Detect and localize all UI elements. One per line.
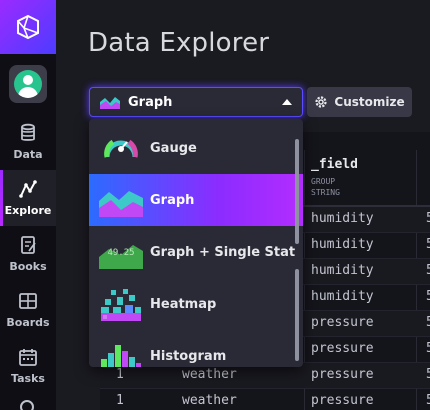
sidebar-item-label: Books [9,260,47,273]
graph-thumbnail-icon [99,191,143,217]
cell-value: 5 [426,367,430,382]
sidebar-item-label: Boards [6,316,50,329]
sidebar-item-explore[interactable]: Explore [0,170,56,226]
cell-value: 5 [426,211,430,226]
sidebar-item-label: Tasks [11,372,45,385]
graph-thumbnail-icon [100,97,120,109]
caret-up-icon [282,99,292,105]
gear-icon [315,96,327,108]
menu-item-graph[interactable]: Graph [89,174,303,226]
column-name: _field [311,157,358,172]
cell-value: 5 [426,263,430,278]
column-header-field[interactable]: _field GROUP STRING [311,157,358,198]
cell-field: humidity [311,211,374,226]
logo-icon [17,14,39,40]
user-avatar[interactable] [9,65,47,103]
customize-label: Customize [334,95,405,109]
cell-value: 5 [426,393,430,408]
sidebar-item-books[interactable]: Books [0,226,56,282]
influx-logo[interactable] [0,0,56,54]
page-title: Data Explorer [88,28,270,58]
menu-item-gauge[interactable]: Gauge [89,122,303,174]
app: Data Explore Books Boards Tasks Data Exp… [0,0,430,410]
dropdown-selected-label: Graph [128,94,173,110]
database-icon [21,123,35,141]
table-row: 1 weather pressure 5 [100,389,430,410]
graph-single-stat-thumbnail-icon: 49.25 [99,245,143,269]
cell-field: pressure [311,393,374,408]
histogram-thumbnail-icon [101,345,141,367]
cell-value: 5 [426,315,430,330]
menu-item-graph-single-stat[interactable]: 49.25 Graph + Single Stat [89,226,303,278]
cell-field: humidity [311,289,374,304]
dashboard-icon [19,293,37,309]
visualization-type-menu: Gauge Graph 49.25 Graph + Single Stat He… [89,119,303,367]
cell-field: pressure [311,341,374,356]
cell-field: humidity [311,237,374,252]
column-group-label: GROUP [311,177,336,186]
sidebar-item-tasks[interactable]: Tasks [0,338,56,394]
stat-value: 49.25 [107,248,134,258]
cell-measurement: weather [182,367,237,382]
cell-measurement: weather [182,393,237,408]
column-type-label: STRING [311,188,340,197]
sidebar: Data Explore Books Boards Tasks [0,0,56,410]
menu-scrollbar[interactable] [295,139,299,244]
menu-scrollbar-track[interactable] [295,269,299,361]
cell-field: pressure [311,315,374,330]
notebook-icon [21,236,36,254]
search-icon[interactable] [20,400,34,410]
graph-line-icon [19,180,37,198]
calendar-icon [19,349,37,366]
cell-table: 1 [116,367,124,382]
cell-field: pressure [311,367,374,382]
cell-table: 1 [116,393,124,408]
visualization-type-dropdown[interactable]: Graph [89,87,303,117]
menu-item-label: Gauge [150,140,197,156]
sidebar-item-label: Explore [4,204,52,217]
menu-item-label: Graph + Single Stat [150,244,296,260]
sidebar-item-label: Data [13,148,43,161]
customize-button[interactable]: Customize [307,87,412,117]
cell-value: 5 [426,289,430,304]
heatmap-thumbnail-icon [101,289,141,321]
cell-value: 5 [426,341,430,356]
menu-item-histogram[interactable]: Histogram [89,330,303,367]
menu-item-label: Graph [150,192,195,208]
gauge-thumbnail-icon [104,139,138,158]
cell-field: humidity [311,263,374,278]
sidebar-item-data[interactable]: Data [0,114,56,170]
menu-item-label: Histogram [150,348,227,364]
cell-value: 5 [426,237,430,252]
menu-item-heatmap[interactable]: Heatmap [89,278,303,330]
sidebar-item-boards[interactable]: Boards [0,282,56,338]
menu-item-label: Heatmap [150,296,217,312]
user-icon [14,70,42,98]
